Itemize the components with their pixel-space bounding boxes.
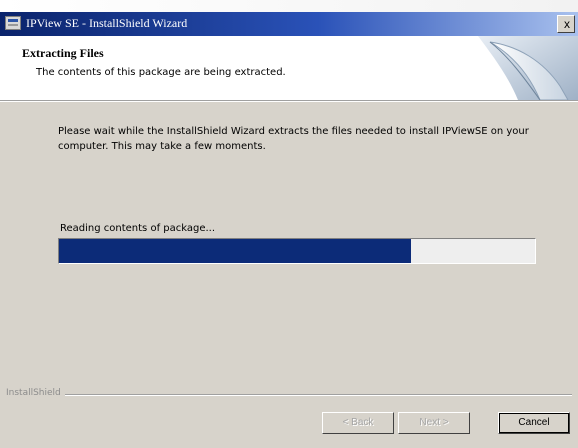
back-button[interactable]: < Back xyxy=(322,412,394,434)
header-subtitle: The contents of this package are being e… xyxy=(36,67,286,78)
cancel-button[interactable]: Cancel xyxy=(498,412,570,434)
wizard-header: Extracting Files The contents of this pa… xyxy=(0,36,578,101)
footer-divider xyxy=(6,394,572,396)
top-strip xyxy=(0,0,578,12)
close-button[interactable]: x xyxy=(557,15,575,33)
installshield-brand: InstallShield xyxy=(6,388,65,398)
progress-fill xyxy=(59,239,412,263)
header-separator xyxy=(0,101,578,102)
extraction-progress-bar xyxy=(58,238,536,264)
header-title: Extracting Files xyxy=(22,46,104,60)
next-button[interactable]: Next > xyxy=(398,412,470,434)
title-bar[interactable]: IPView SE - InstallShield Wizard x xyxy=(0,12,578,36)
installer-app-icon xyxy=(5,16,21,30)
window-title: IPView SE - InstallShield Wizard xyxy=(26,16,188,30)
page-curl-graphic xyxy=(448,36,578,100)
instructions-text: Please wait while the InstallShield Wiza… xyxy=(58,126,529,152)
progress-status-label: Reading contents of package... xyxy=(60,223,216,234)
installshield-wizard-window: IPView SE - InstallShield Wizard x Extra… xyxy=(0,0,578,448)
